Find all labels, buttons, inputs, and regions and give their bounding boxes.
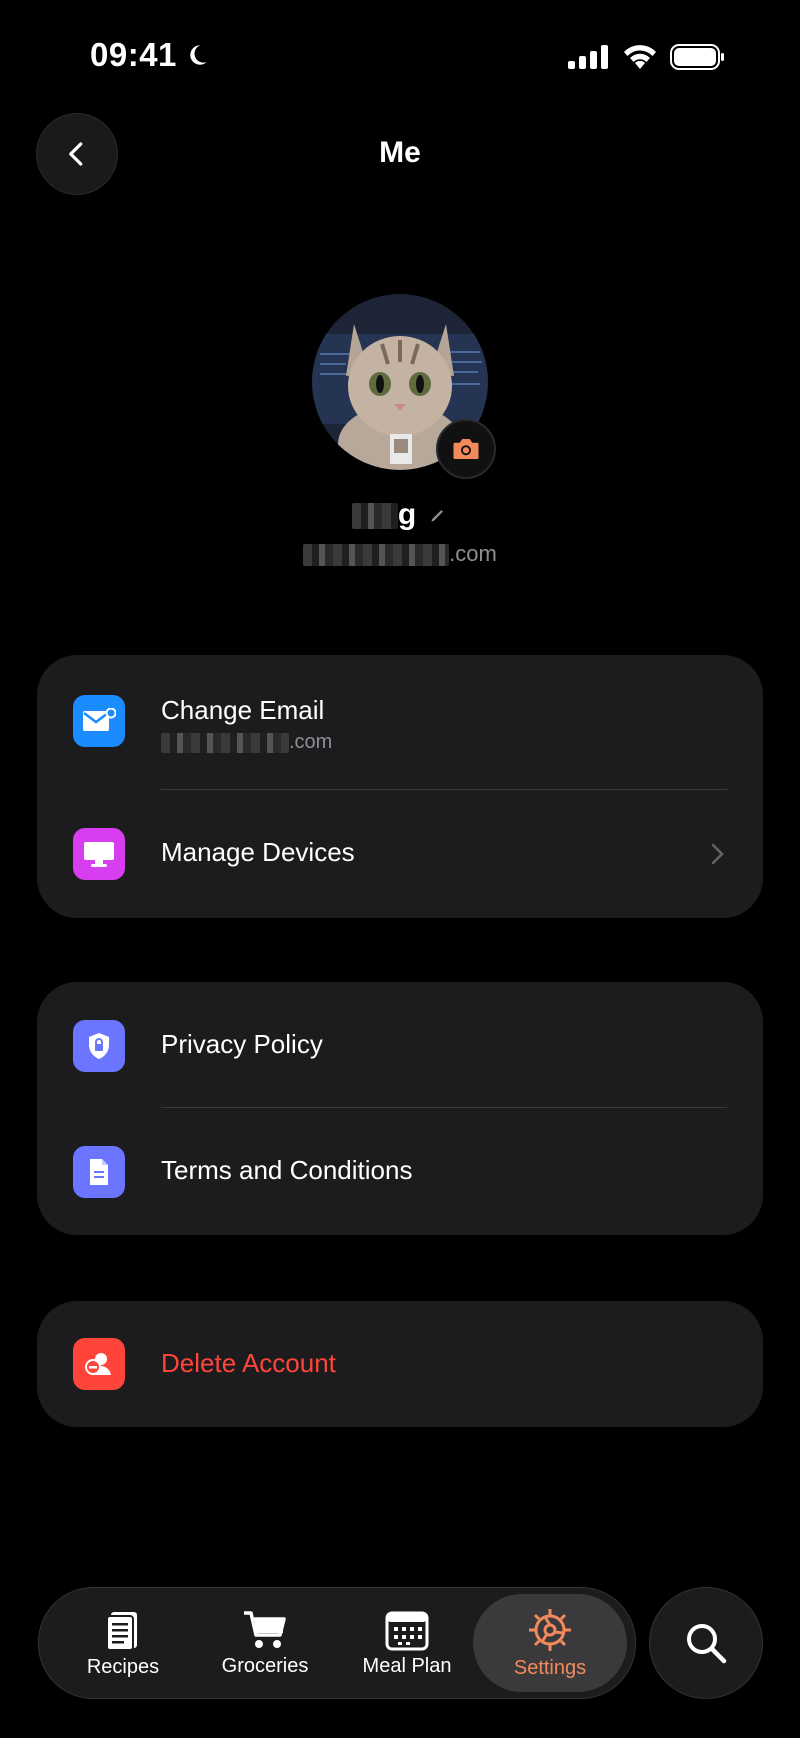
danger-card: Delete Account — [37, 1301, 763, 1427]
change-email-label: Change Email — [161, 695, 325, 725]
cellular-signal-icon — [568, 45, 608, 69]
chevron-right-icon — [711, 843, 724, 865]
redacted-email — [303, 544, 450, 567]
tab-meal-plan-label: Meal Plan — [362, 1654, 452, 1677]
tab-groceries-label: Groceries — [221, 1654, 309, 1677]
tab-settings[interactable]: Settings — [473, 1594, 627, 1692]
tab-recipes[interactable]: Recipes — [53, 1588, 193, 1698]
email-icon — [73, 695, 125, 747]
privacy-policy-label: Privacy Policy — [161, 1029, 323, 1059]
account-card: Change Email .com Manage Devices — [37, 655, 763, 918]
change-email-value: .com — [161, 731, 332, 754]
profile-email: .com — [0, 541, 800, 567]
search-button[interactable] — [649, 1587, 763, 1699]
document-icon — [73, 1146, 125, 1198]
monitor-icon — [73, 828, 125, 880]
tab-recipes-label: Recipes — [86, 1655, 160, 1678]
redacted-name — [351, 503, 398, 530]
legal-card: Privacy Policy Terms and Conditions — [37, 982, 763, 1235]
redacted-email — [161, 732, 289, 753]
delete-user-icon — [73, 1338, 125, 1390]
status-time: 09:41 — [90, 36, 177, 73]
terms-label: Terms and Conditions — [161, 1155, 413, 1185]
camera-icon — [453, 439, 479, 459]
profile-name-row[interactable]: g — [0, 498, 800, 532]
delete-account-label: Delete Account — [161, 1348, 336, 1378]
tab-bar: Recipes Groceries Meal Plan Settings — [38, 1587, 636, 1699]
cart-icon — [244, 1610, 286, 1648]
terms-row[interactable]: Terms and Conditions — [37, 1108, 763, 1235]
shield-lock-icon — [73, 1020, 125, 1072]
wifi-icon — [624, 45, 656, 69]
manage-devices-row[interactable]: Manage Devices — [37, 790, 763, 918]
manage-devices-label: Manage Devices — [161, 837, 355, 867]
calendar-icon — [385, 1611, 429, 1650]
page-title: Me — [379, 136, 421, 169]
delete-account-row[interactable]: Delete Account — [37, 1301, 763, 1427]
privacy-policy-row[interactable]: Privacy Policy — [37, 982, 763, 1107]
do-not-disturb-icon — [184, 42, 210, 73]
tab-groceries[interactable]: Groceries — [195, 1588, 335, 1698]
status-icons — [568, 44, 726, 70]
change-photo-button[interactable] — [436, 419, 496, 479]
search-icon — [687, 1624, 727, 1664]
recipes-icon — [106, 1611, 137, 1651]
gear-icon — [529, 1608, 571, 1651]
change-email-row[interactable]: Change Email .com — [37, 655, 763, 787]
edit-pencil-icon — [431, 510, 444, 522]
profile-name: g — [351, 498, 416, 532]
tab-meal-plan[interactable]: Meal Plan — [337, 1588, 477, 1698]
tab-settings-label: Settings — [513, 1656, 587, 1679]
battery-icon — [670, 44, 724, 70]
